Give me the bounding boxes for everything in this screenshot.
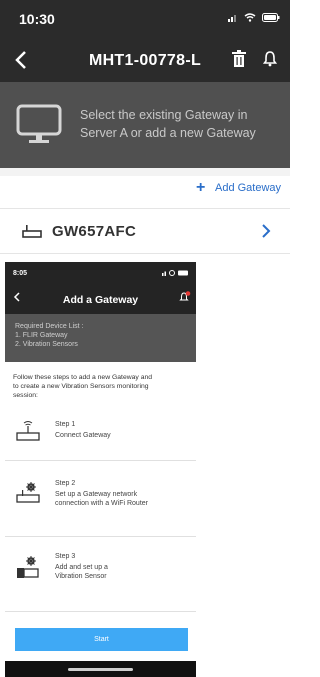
step-3-desc-line: Vibration Sensor [55,573,107,580]
navigation-bar: MHT1-00778-L [0,40,290,82]
home-indicator [68,668,133,671]
banner-line: Server A or add a new Gateway [80,126,256,140]
divider [0,253,290,254]
step-2-desc: Set up a Gateway network connection with… [55,490,190,508]
home-indicator-area [5,661,196,677]
add-gateway-screen: 8:05 Add a Gateway Required Device List … [5,262,196,677]
divider [5,536,196,537]
router-gear-icon [16,482,40,503]
step-3-desc: Add and set up a Vibration Sensor [55,563,190,581]
step-2-desc-line: connection with a WiFi Router [55,500,148,507]
step-3-desc-line: Add and set up a [55,564,108,571]
battery-icon [262,13,280,22]
step-2-title: Step 2 [55,480,76,487]
gateway-list-item[interactable]: GW657AFC [0,212,290,252]
status-time: 10:30 [19,11,55,27]
add-gateway-button[interactable]: + Add Gateway [0,176,290,204]
bell-icon[interactable] [263,50,277,67]
sensor-gear-icon [17,556,39,578]
section-gap [0,168,290,176]
step-1-desc: Connect Gateway [55,432,111,439]
intro-line: session: [13,392,38,399]
device-list-item: 1. FLIR Gateway [15,332,68,339]
header: 8:05 Add a Gateway [5,262,196,314]
monitor-icon [16,104,62,143]
device-list-heading: Required Device List : [15,323,84,330]
step-3-title: Step 3 [55,553,76,560]
router-icon [22,225,42,238]
divider [5,460,196,461]
device-list-item: 2. Vibration Sensors [15,341,78,348]
start-button[interactable]: Start [15,628,188,651]
status-bar: 10:30 [0,0,290,40]
step-2-desc-line: Set up a Gateway network [55,491,138,498]
screen-title: Add a Gateway [62,294,139,306]
signal-icon [228,15,236,22]
router-wifi-icon [16,421,40,441]
banner-text: Select the existing Gateway in Server A … [80,106,285,142]
chevron-right-icon [262,224,271,238]
device-list-text: Required Device List : 1. FLIR Gateway 2… [15,322,83,349]
status-icons [162,270,188,276]
status-time: 8:05 [13,270,28,277]
step-1-title: Step 1 [55,421,76,428]
trash-icon[interactable] [232,50,246,67]
intro-line: Follow these steps to add a new Gateway … [13,374,153,381]
plus-icon: + [196,179,206,196]
bell-icon[interactable] [179,291,191,303]
system-icons [228,13,280,22]
intro-text: Follow these steps to add a new Gateway … [13,373,189,400]
intro-line: to create a new Vibration Sensors monito… [13,383,149,390]
required-device-list: Required Device List : 1. FLIR Gateway 2… [5,314,196,362]
divider [5,611,196,612]
info-banner: Select the existing Gateway in Server A … [0,82,290,168]
banner-line: Select the existing Gateway in [80,108,248,122]
add-gateway-label: Add Gateway [215,182,282,194]
wifi-icon [244,13,256,22]
page-title: MHT1-00778-L [88,52,202,69]
system-icons [162,270,190,278]
gateway-name: GW657AFC [52,223,137,240]
divider [0,208,290,209]
